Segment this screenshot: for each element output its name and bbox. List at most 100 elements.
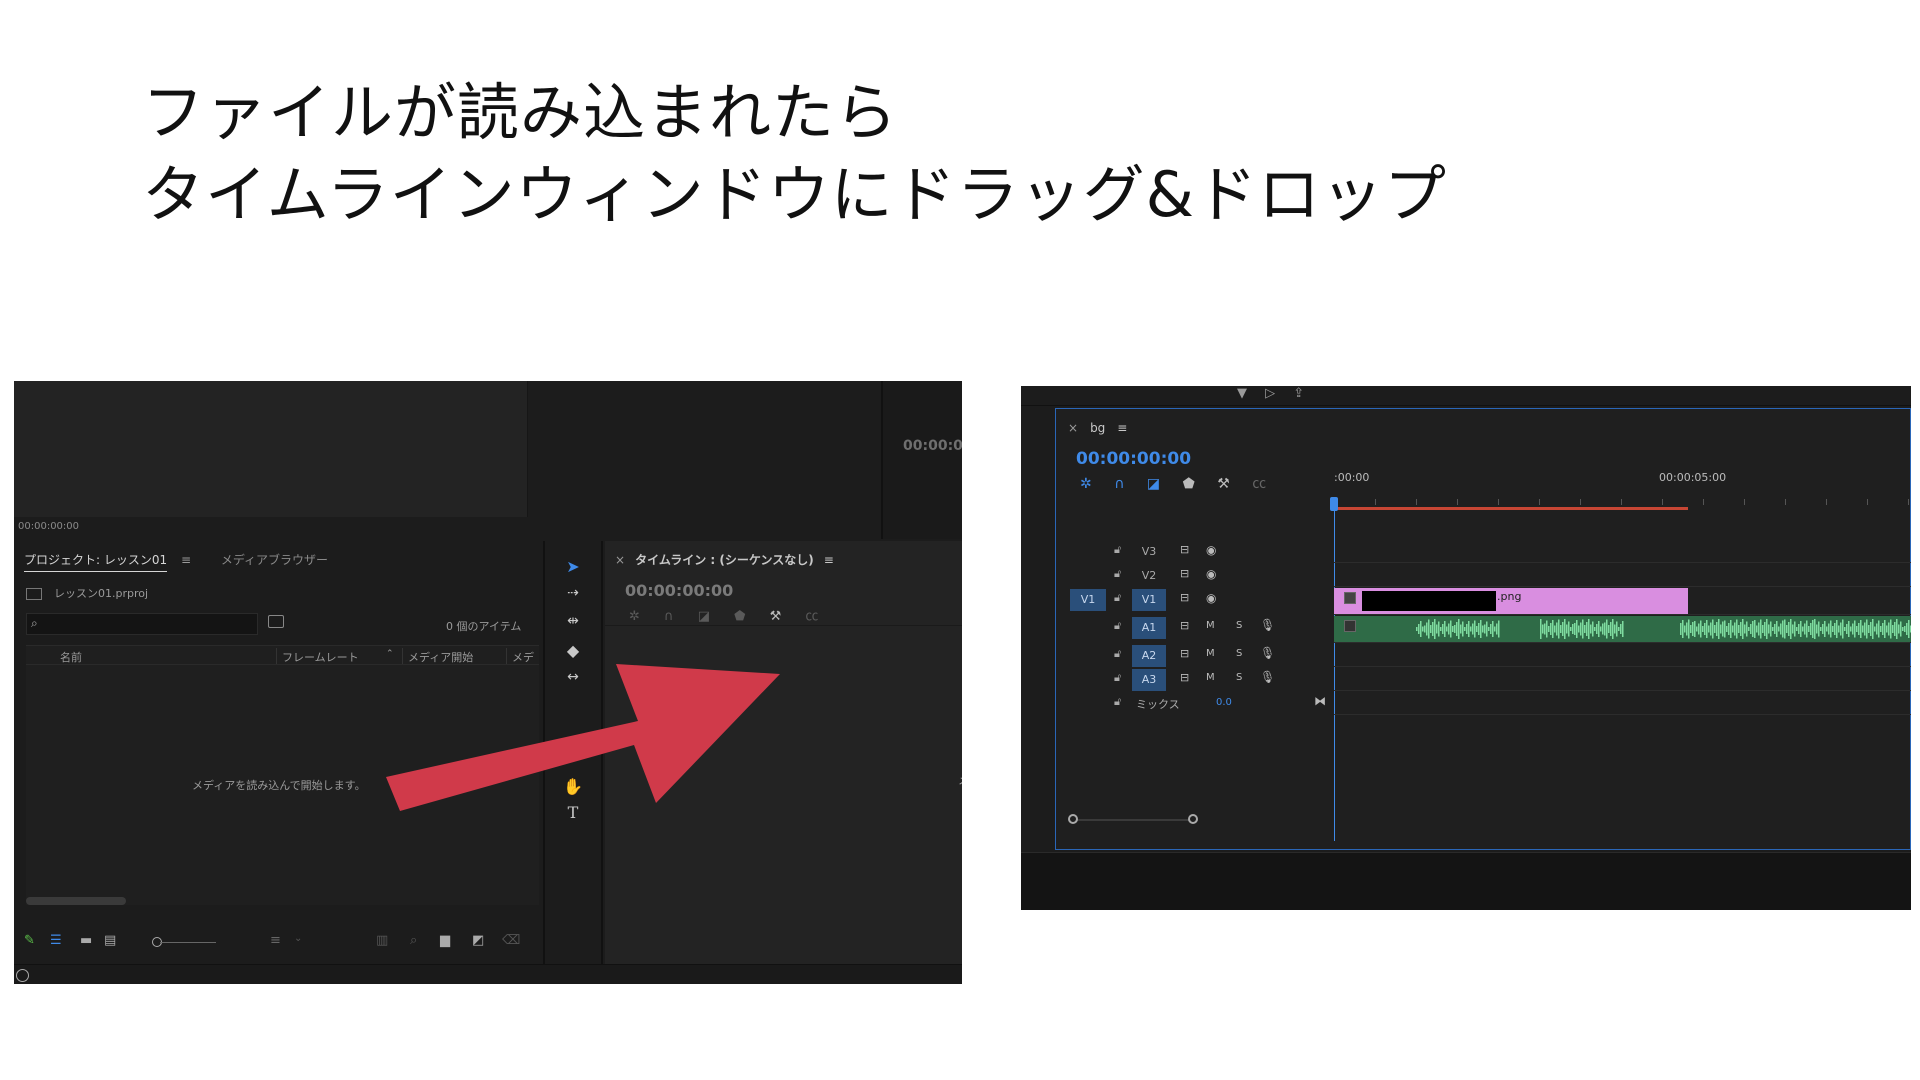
- lower-panel: [1021, 852, 1911, 910]
- waveform-bar: [1460, 624, 1462, 634]
- waveform-bar: [1756, 625, 1758, 633]
- waveform-bar: [1580, 622, 1582, 636]
- waveform-bar: [1744, 624, 1746, 634]
- ruler-start-label: :00:00: [1334, 471, 1370, 484]
- microphone-icon[interactable]: 🎙︎: [1260, 670, 1275, 684]
- mute-button[interactable]: M: [1206, 648, 1215, 659]
- microphone-icon[interactable]: 🎙︎: [1260, 618, 1275, 632]
- track-name[interactable]: V3: [1132, 541, 1166, 563]
- work-area-bar[interactable]: [1334, 507, 1688, 510]
- track-lane-a1[interactable]: [1334, 615, 1911, 643]
- waveform-bar: [1476, 626, 1478, 632]
- lock-icon[interactable]: 🔓︎: [1114, 695, 1121, 709]
- solo-button[interactable]: S: [1236, 672, 1242, 683]
- close-icon[interactable]: ×: [1068, 421, 1078, 435]
- track-lane-a2[interactable]: [1334, 643, 1911, 667]
- lock-icon[interactable]: 🔓︎: [1114, 543, 1121, 557]
- waveform-bar: [1786, 625, 1788, 633]
- lock-icon[interactable]: 🔓︎: [1114, 567, 1121, 581]
- zoom-handle-left[interactable]: [1068, 814, 1078, 824]
- waveform-bar: [1746, 621, 1748, 637]
- mix-end-icon[interactable]: ⧓: [1314, 694, 1326, 708]
- track-name[interactable]: A3: [1132, 669, 1166, 691]
- track-lane-a3[interactable]: [1334, 667, 1911, 691]
- eye-icon[interactable]: ◉: [1206, 591, 1216, 605]
- insert-icon[interactable]: ▷: [1265, 386, 1275, 401]
- waveform-bar: [1560, 625, 1562, 633]
- lock-icon[interactable]: 🔓︎: [1114, 591, 1121, 605]
- snap-icon[interactable]: ∩: [1114, 476, 1124, 492]
- audio-clip[interactable]: [1334, 616, 1911, 642]
- waveform-bar: [1782, 620, 1784, 638]
- waveform-bar: [1888, 622, 1890, 636]
- track-header-v2: 🔓︎ V2 ⊟ ◉: [1056, 563, 1334, 587]
- zoom-handle-right[interactable]: [1188, 814, 1198, 824]
- waveform-bar: [1584, 625, 1586, 633]
- waveform-bar: [1852, 623, 1854, 635]
- waveform-bar: [1578, 625, 1580, 633]
- video-clip[interactable]: .png: [1334, 588, 1688, 614]
- lock-icon[interactable]: 🔓︎: [1114, 647, 1121, 661]
- waveform-bar: [1830, 620, 1832, 638]
- waveform-bar: [1616, 621, 1618, 637]
- track-name[interactable]: A2: [1132, 645, 1166, 667]
- sequence-name[interactable]: bg: [1090, 421, 1105, 435]
- linked-selection-icon[interactable]: ◪: [1147, 476, 1160, 492]
- instruction-line-1: ファイルが読み込まれたら: [142, 76, 899, 149]
- waveform-bar: [1444, 621, 1446, 637]
- waveform-bar: [1818, 621, 1820, 637]
- waveform-bar: [1452, 626, 1454, 632]
- mix-volume-value[interactable]: 0.0: [1216, 697, 1232, 708]
- export-frame-icon[interactable]: ⇪: [1293, 386, 1304, 401]
- sync-lock-icon[interactable]: ⊟: [1180, 671, 1189, 684]
- microphone-icon[interactable]: 🎙︎: [1260, 646, 1275, 660]
- drag-arrow-icon: [386, 664, 780, 811]
- waveform-bar: [1436, 624, 1438, 634]
- waveform-bar: [1450, 620, 1452, 638]
- sync-lock-icon[interactable]: ⊟: [1180, 543, 1189, 556]
- track-name[interactable]: A1: [1132, 617, 1166, 639]
- waveform-bar: [1598, 621, 1600, 637]
- track-name[interactable]: V2: [1132, 565, 1166, 587]
- eye-icon[interactable]: ◉: [1206, 543, 1216, 557]
- source-patch-v1[interactable]: V1: [1070, 589, 1106, 611]
- sync-lock-icon[interactable]: ⊟: [1180, 619, 1189, 632]
- track-lane-v3[interactable]: [1334, 539, 1911, 563]
- waveform-bar: [1812, 620, 1814, 638]
- eye-icon[interactable]: ◉: [1206, 567, 1216, 581]
- lock-icon[interactable]: 🔓︎: [1114, 619, 1121, 633]
- redacted-filename: [1362, 591, 1496, 611]
- waveform-bar: [1784, 619, 1786, 639]
- time-ruler[interactable]: :00:00 00:00:05:00: [1330, 449, 1911, 841]
- filter-icon[interactable]: ▼: [1237, 386, 1247, 401]
- waveform-bar: [1726, 626, 1728, 632]
- solo-button[interactable]: S: [1236, 620, 1242, 631]
- track-header-a2: 🔓︎ A2 ⊟ M S 🎙︎: [1056, 643, 1334, 667]
- waveform-bar: [1832, 626, 1834, 632]
- wrench-icon[interactable]: ⚒: [1217, 476, 1230, 492]
- timeline-timecode[interactable]: 00:00:00:00: [1076, 449, 1191, 469]
- solo-button[interactable]: S: [1236, 648, 1242, 659]
- waveform-bar: [1826, 626, 1828, 632]
- waveform-bar: [1554, 625, 1556, 633]
- zoom-track[interactable]: [1076, 819, 1198, 821]
- track-name[interactable]: V1: [1132, 589, 1166, 611]
- timeline-zoom-scrollbar[interactable]: [1068, 814, 1198, 824]
- waveform-bar: [1498, 620, 1500, 638]
- waveform-bar: [1816, 624, 1818, 634]
- sync-lock-icon[interactable]: ⊟: [1180, 647, 1189, 660]
- track-lane-v1[interactable]: .png: [1334, 587, 1911, 615]
- sync-lock-icon[interactable]: ⊟: [1180, 567, 1189, 580]
- waveform-bar: [1718, 619, 1720, 639]
- track-lane-mix[interactable]: [1334, 691, 1911, 715]
- sync-lock-icon[interactable]: ⊟: [1180, 591, 1189, 604]
- captions-icon[interactable]: ㏄: [1252, 476, 1266, 492]
- mute-button[interactable]: M: [1206, 620, 1215, 631]
- lock-icon[interactable]: 🔓︎: [1114, 671, 1121, 685]
- mute-button[interactable]: M: [1206, 672, 1215, 683]
- waveform-bar: [1496, 623, 1498, 635]
- panel-menu-icon[interactable]: ≡: [1117, 421, 1127, 435]
- nest-icon[interactable]: ✲: [1080, 476, 1092, 492]
- marker-icon[interactable]: ⬟: [1183, 476, 1195, 492]
- track-lane-v2[interactable]: [1334, 563, 1911, 587]
